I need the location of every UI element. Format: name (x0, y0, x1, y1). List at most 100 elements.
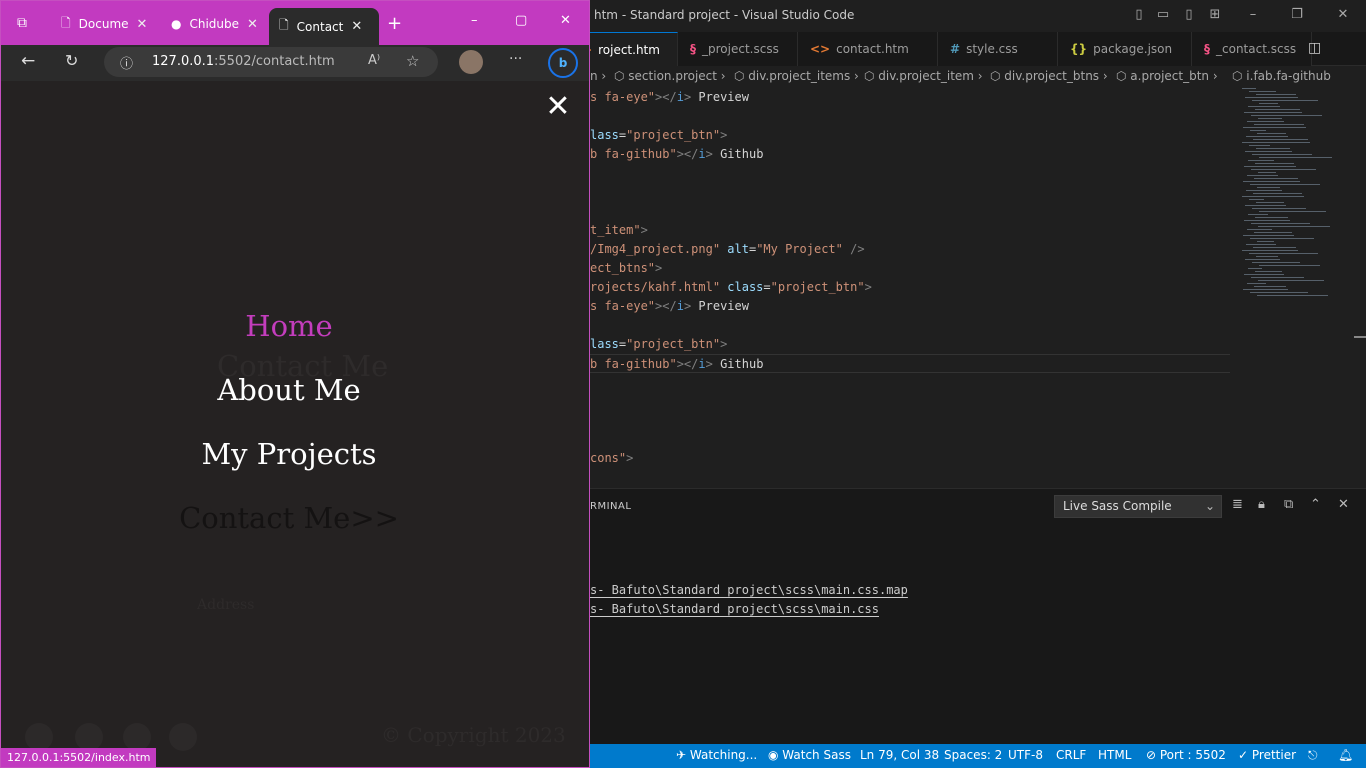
minimize-icon[interactable]: – (1244, 6, 1262, 24)
status-encoding[interactable]: UTF-8 (1008, 748, 1043, 762)
chevron-up-icon[interactable]: ⌃ (1310, 497, 1321, 512)
status-cursor-position[interactable]: Ln 79, Col 38 (860, 748, 939, 762)
breadcrumb-item[interactable]: ⬡ div.project_items › (734, 69, 859, 83)
check-icon: ✓ (1238, 748, 1252, 762)
nav-link-contact[interactable]: Contact Me>> (1, 501, 577, 535)
minimap-line (1243, 181, 1300, 182)
status-language[interactable]: HTML (1098, 748, 1131, 762)
minimap-line (1248, 268, 1262, 269)
panel-tab-terminal[interactable]: RMINAL (590, 501, 631, 512)
minimap-line (1250, 184, 1320, 185)
code-token: Github (720, 147, 764, 161)
profile-avatar[interactable] (459, 50, 483, 74)
customize-layout-icon[interactable]: ⊞ (1206, 6, 1224, 24)
clear-output-icon[interactable]: ≣ (1232, 497, 1243, 512)
toggle-sidebar-icon[interactable]: ▯ (1130, 6, 1148, 24)
output-channel-label: Live Sass Compile (1063, 499, 1172, 513)
editor-tab[interactable]: # style.css (938, 32, 1058, 66)
code-token: t_item" (590, 223, 641, 237)
browser-window: ⧉ 🗋︎ Docume ✕ ● Chidube ✕ 🗋︎ Contact ✕ +… (0, 0, 590, 768)
restore-icon[interactable]: ❐ (1288, 6, 1306, 24)
copy-icon[interactable]: ⧉ (1284, 497, 1293, 512)
facebook-icon (25, 723, 53, 751)
browser-tab-bar: ⧉ 🗋︎ Docume ✕ ● Chidube ✕ 🗋︎ Contact ✕ +… (1, 1, 589, 45)
code-line: rojects/kahf.html" class="project_btn"> (590, 278, 872, 297)
status-watching[interactable]: ✈︎ Watching... (676, 748, 757, 762)
more-options-icon[interactable]: ··· (509, 51, 522, 67)
scrollbar-marker[interactable] (1354, 336, 1366, 338)
minimap-line (1243, 127, 1306, 128)
close-panel-icon[interactable]: ✕ (1338, 497, 1349, 512)
code-token: alt (720, 242, 749, 256)
status-eol[interactable]: CRLF (1056, 748, 1086, 762)
tab-actions-icon[interactable]: ⧉ (17, 15, 27, 31)
file-type-icon: § (1204, 42, 1210, 56)
tab-label: Docume (78, 17, 129, 31)
toggle-secondary-sidebar-icon[interactable]: ▯ (1180, 6, 1198, 24)
read-aloud-icon[interactable]: A⁾ (368, 53, 380, 68)
background-copyright: © Copyright 2023 (381, 723, 566, 747)
close-tab-icon[interactable]: ✕ (137, 17, 148, 32)
close-window-icon[interactable]: ✕ (1334, 6, 1352, 24)
editor-tab[interactable]: § _contact.scss (1192, 32, 1312, 66)
code-token: /Img4_project.png" (590, 242, 721, 256)
minimap-line (1245, 151, 1292, 152)
code-line: lass="project_btn"> (590, 126, 727, 145)
close-tab-icon[interactable]: ✕ (247, 17, 258, 32)
refresh-icon[interactable]: ↻ (65, 51, 78, 70)
status-prettier[interactable]: ✓ Prettier (1238, 748, 1296, 762)
code-token: class (720, 280, 764, 294)
github-icon (169, 723, 197, 751)
minimize-icon[interactable]: – (471, 13, 478, 28)
breadcrumb-item[interactable]: ⬡ div.project_btns › (990, 69, 1108, 83)
new-tab-icon[interactable]: + (387, 13, 402, 34)
close-window-icon[interactable]: ✕ (560, 13, 571, 28)
status-watch-sass[interactable]: ◉ Watch Sass (768, 748, 851, 762)
code-line: b fa-github"></i> Github (590, 354, 1230, 373)
minimap-line (1243, 289, 1288, 290)
back-arrow-icon[interactable]: ← (21, 51, 35, 71)
breadcrumb-item[interactable]: ⬡ div.project_item › (864, 69, 983, 83)
code-line: b fa-github"></i> Github (590, 145, 763, 164)
editor-tab[interactable]: <> contact.htm (798, 32, 938, 66)
editor-tab[interactable]: § _project.scss (678, 32, 798, 66)
minimap-line (1254, 124, 1304, 125)
browser-tab-contact[interactable]: 🗋︎ Contact ✕ (269, 8, 379, 45)
minimap-line (1254, 178, 1298, 179)
maximize-icon[interactable]: ▢ (515, 13, 527, 28)
nav-link-projects[interactable]: My Projects (1, 437, 577, 471)
lock-icon[interactable]: 🔒︎ (1258, 497, 1265, 512)
minimap-line (1249, 253, 1318, 254)
bing-chat-icon[interactable]: b (548, 48, 578, 78)
nav-link-about[interactable]: About Me (1, 373, 577, 407)
code-token: > (720, 337, 728, 351)
minimap-line (1257, 133, 1286, 134)
code-editor[interactable]: s fa-eye"></i> Preview lass="project_btn"… (590, 88, 1230, 486)
minimap[interactable] (1238, 88, 1338, 298)
breadcrumb-item[interactable]: n › (590, 69, 606, 83)
site-info-icon[interactable]: ⓘ (120, 53, 133, 72)
address-bar[interactable]: ⓘ 127.0.0.1:5502/contact.htm A⁾ ☆ (104, 47, 438, 77)
nav-link-home[interactable]: Home (1, 309, 577, 343)
close-tab-icon[interactable]: ✕ (351, 19, 362, 34)
output-channel-select[interactable]: Live Sass Compile ⌄ (1054, 495, 1222, 518)
minimap-line (1250, 130, 1266, 131)
browser-tab-github[interactable]: ● Chidube ✕ (161, 7, 267, 41)
code-token: > (655, 261, 663, 275)
editor-tab[interactable]: {} package.json (1058, 32, 1192, 66)
browser-tab-document[interactable]: 🗋︎ Docume ✕ (51, 7, 159, 41)
favorite-star-icon[interactable]: ☆ (406, 52, 419, 70)
breadcrumb-item[interactable]: ⬡ a.project_btn › (1116, 69, 1218, 83)
close-menu-button[interactable]: ✕ (544, 92, 572, 122)
status-live-server-port[interactable]: ⊘ Port : 5502 (1146, 748, 1226, 762)
toggle-panel-icon[interactable]: ▭ (1154, 6, 1172, 24)
notifications-bell-icon[interactable]: 🔔︎ (1338, 748, 1353, 762)
minimap-line (1257, 241, 1274, 242)
breadcrumb-item[interactable]: ⬡ i.fab.fa-github (1232, 69, 1331, 83)
status-indentation[interactable]: Spaces: 2 (944, 748, 1002, 762)
breadcrumb-item[interactable]: ⬡ section.project › (614, 69, 726, 83)
minimap-line (1248, 106, 1280, 107)
split-editor-icon[interactable]: ◫ (1308, 40, 1321, 56)
feedback-icon[interactable]: ⎋ (1308, 748, 1318, 763)
minimap-line (1243, 235, 1294, 236)
